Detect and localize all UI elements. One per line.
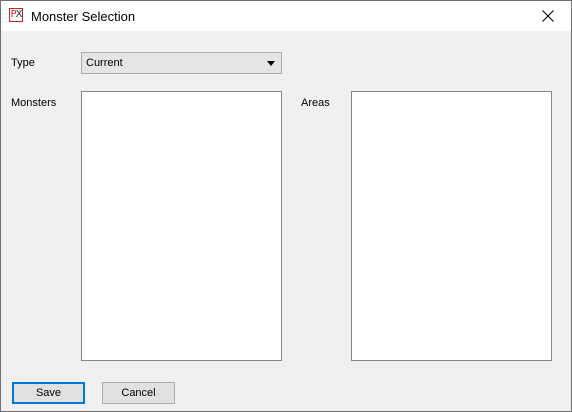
type-dropdown[interactable]: Current — [81, 52, 282, 74]
monster-selection-dialog: PX Monster Selection Type Current Monste… — [0, 0, 572, 412]
areas-label: Areas — [301, 97, 330, 109]
close-icon — [542, 10, 554, 22]
save-button[interactable]: Save — [12, 382, 85, 404]
chevron-down-icon — [267, 61, 275, 66]
window-title: Monster Selection — [31, 9, 136, 24]
title-bar[interactable]: PX Monster Selection — [1, 1, 571, 31]
cancel-button[interactable]: Cancel — [102, 382, 175, 404]
monsters-listbox[interactable] — [81, 91, 282, 361]
type-label: Type — [11, 57, 35, 69]
monsters-label: Monsters — [11, 97, 57, 109]
app-icon: PX — [9, 8, 23, 22]
type-dropdown-value: Current — [86, 57, 123, 69]
areas-listbox[interactable] — [351, 91, 552, 361]
close-button[interactable] — [525, 1, 571, 31]
